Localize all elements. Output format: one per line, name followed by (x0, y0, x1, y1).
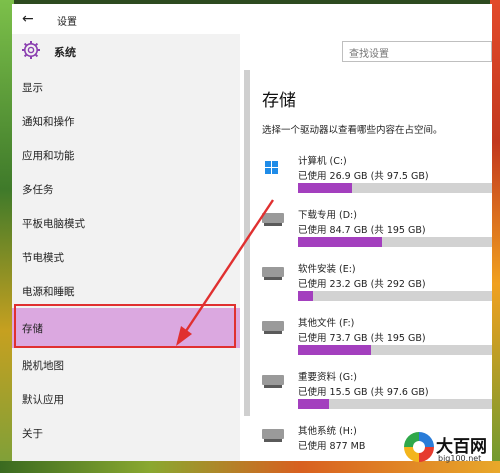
watermark: 大百网 big100.net (404, 432, 496, 468)
sidebar-header: 系统 (12, 34, 240, 70)
sidebar-item-label: 节电模式 (22, 252, 64, 264)
drive-usage-fill (298, 237, 383, 247)
sidebar-item-label: 显示 (22, 82, 43, 94)
drive-usage-bar (298, 399, 492, 409)
sidebar-item-multitasking[interactable]: 多任务 (12, 172, 240, 206)
watermark-logo (404, 432, 434, 462)
hard-drive-icon (262, 429, 284, 442)
drive-name: 其他系统 (H:) (298, 426, 357, 437)
drive-name: 重要资料 (G:) (298, 372, 357, 383)
sidebar-item-tablet-mode[interactable]: 平板电脑模式 (12, 206, 240, 240)
sidebar-item-offline-maps[interactable]: 脱机地图 (12, 348, 240, 382)
page-title: 存储 (262, 91, 296, 111)
sidebar-item-about[interactable]: 关于 (12, 416, 240, 450)
drive-usage-bar (298, 237, 492, 247)
windows-logo-icon (265, 161, 279, 175)
sidebar-item-label: 脱机地图 (22, 360, 64, 372)
drive-usage: 已使用 23.2 GB (共 292 GB) (298, 279, 426, 290)
drive-usage-fill (298, 345, 372, 355)
sidebar-item-apps[interactable]: 应用和功能 (12, 138, 240, 172)
sidebar-header-label: 系统 (54, 46, 76, 59)
drive-name: 计算机 (C:) (298, 156, 347, 167)
hard-drive-icon (262, 321, 284, 334)
drive-name: 其他文件 (F:) (298, 318, 355, 329)
drive-usage: 已使用 877 MB (298, 441, 366, 452)
main-content: 存储 选择一个驱动器以查看哪些内容在占空间。 计算机 (C:) 已使用 26.9… (250, 64, 492, 461)
sidebar: 系统 显示 通知和操作 应用和功能 多任务 平板电脑模式 节电模式 电源和睡眠 … (12, 34, 240, 461)
drive-name: 下载专用 (D:) (298, 210, 357, 221)
window-title: 设置 (57, 17, 77, 28)
drive-usage-bar (298, 345, 492, 355)
search-input[interactable] (343, 45, 491, 64)
gear-icon (22, 41, 40, 59)
drive-usage: 已使用 15.5 GB (共 97.6 GB) (298, 387, 429, 398)
sidebar-item-power-sleep[interactable]: 电源和睡眠 (12, 274, 240, 308)
page-description: 选择一个驱动器以查看哪些内容在占空间。 (262, 125, 443, 136)
drive-usage-bar (298, 183, 492, 193)
sidebar-item-label: 多任务 (22, 184, 54, 196)
watermark-url: big100.net (438, 454, 482, 463)
drive-usage-fill (298, 399, 329, 409)
sidebar-item-label: 应用和功能 (22, 150, 75, 162)
hard-drive-icon (262, 375, 284, 388)
annotation-highlight-box (14, 304, 236, 348)
drive-usage: 已使用 73.7 GB (共 195 GB) (298, 333, 426, 344)
sidebar-item-label: 通知和操作 (22, 116, 75, 128)
drive-item-f[interactable]: 其他文件 (F:) 已使用 73.7 GB (共 195 GB) (262, 315, 492, 361)
sidebar-item-label: 平板电脑模式 (22, 218, 85, 230)
drive-item-e[interactable]: 软件安装 (E:) 已使用 23.2 GB (共 292 GB) (262, 261, 492, 307)
back-arrow-icon[interactable]: ← (22, 11, 40, 27)
drive-item-g[interactable]: 重要资料 (G:) 已使用 15.5 GB (共 97.6 GB) (262, 369, 492, 415)
sidebar-item-notifications[interactable]: 通知和操作 (12, 104, 240, 138)
settings-window: ← 设置 系统 显示 通知和操作 应用和功能 多任务 平板电脑模式 节电模式 电… (12, 4, 492, 461)
sidebar-item-label: 电源和睡眠 (22, 286, 75, 298)
drive-name: 软件安装 (E:) (298, 264, 356, 275)
drive-usage-fill (298, 183, 352, 193)
drive-item-d[interactable]: 下载专用 (D:) 已使用 84.7 GB (共 195 GB) (262, 207, 492, 253)
drive-item-c[interactable]: 计算机 (C:) 已使用 26.9 GB (共 97.5 GB) (262, 153, 492, 199)
sidebar-item-battery-saver[interactable]: 节电模式 (12, 240, 240, 274)
title-bar: ← 设置 (12, 4, 492, 34)
hard-drive-icon (262, 267, 284, 280)
search-box[interactable] (342, 41, 492, 64)
drive-usage: 已使用 26.9 GB (共 97.5 GB) (298, 171, 429, 182)
sidebar-item-display[interactable]: 显示 (12, 70, 240, 104)
hard-drive-icon (262, 213, 284, 226)
drive-usage: 已使用 84.7 GB (共 195 GB) (298, 225, 426, 236)
drive-usage-fill (298, 291, 314, 301)
sidebar-item-label: 关于 (22, 428, 43, 440)
drive-usage-bar (298, 291, 492, 301)
sidebar-item-default-apps[interactable]: 默认应用 (12, 382, 240, 416)
sidebar-item-label: 默认应用 (22, 394, 64, 406)
